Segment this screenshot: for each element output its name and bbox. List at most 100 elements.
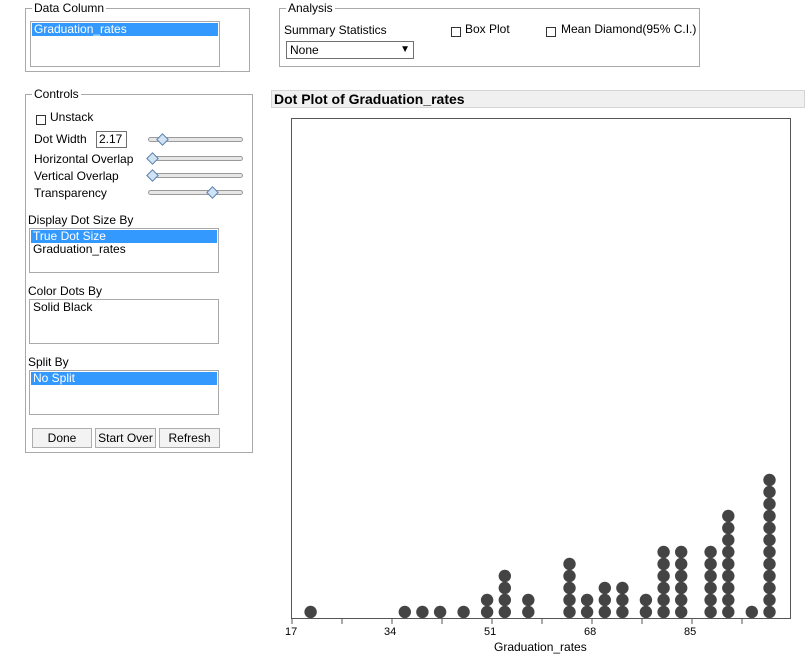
- data-column-title: Data Column: [32, 1, 107, 15]
- split-by-list[interactable]: No Split: [29, 370, 219, 415]
- list-item-solid-black[interactable]: Solid Black: [31, 301, 217, 314]
- data-dot: [398, 605, 411, 619]
- data-dot: [763, 485, 776, 499]
- data-dot: [675, 605, 688, 619]
- data-dot: [657, 557, 670, 571]
- data-dot: [498, 569, 511, 583]
- data-dot: [722, 521, 735, 535]
- analysis-title: Analysis: [286, 1, 335, 15]
- mean-diamond-checkbox[interactable]: [546, 27, 556, 37]
- analysis-group: Analysis Summary Statistics None ▼ Box P…: [279, 1, 700, 67]
- data-dot: [722, 533, 735, 547]
- data-column-item-graduation-rates[interactable]: Graduation_rates: [32, 23, 218, 36]
- unstack-label: Unstack: [50, 110, 94, 124]
- data-dot: [763, 605, 776, 619]
- split-by-label: Split By: [28, 355, 69, 369]
- display-dot-size-by-label: Display Dot Size By: [28, 213, 134, 227]
- data-dot: [763, 557, 776, 571]
- x-axis-ticks: [291, 619, 743, 624]
- data-dot: [704, 593, 717, 607]
- horizontal-overlap-label: Horizontal Overlap: [34, 152, 134, 166]
- transparency-slider[interactable]: [148, 190, 243, 195]
- data-dot: [498, 593, 511, 607]
- data-dot: [563, 581, 576, 595]
- transparency-label: Transparency: [34, 186, 107, 200]
- data-dot: [763, 581, 776, 595]
- data-dot: [763, 593, 776, 607]
- data-dot: [722, 569, 735, 583]
- dot-width-input[interactable]: 2.17: [96, 131, 127, 148]
- box-plot-label: Box Plot: [465, 22, 510, 36]
- data-dot: [522, 593, 535, 607]
- list-item-graduation-rates[interactable]: Graduation_rates: [31, 243, 217, 256]
- data-dot: [704, 569, 717, 583]
- data-dot: [580, 593, 594, 607]
- plot-title: Dot Plot of Graduation_rates: [271, 90, 805, 108]
- unstack-checkbox[interactable]: [36, 115, 46, 125]
- transparency-slider-thumb[interactable]: [205, 186, 219, 199]
- data-dot: [598, 581, 611, 595]
- data-dot: [704, 581, 717, 595]
- data-dot: [745, 605, 758, 619]
- data-dot: [704, 545, 717, 559]
- data-dot: [616, 581, 629, 595]
- data-dot: [722, 545, 735, 559]
- data-dot: [563, 569, 576, 583]
- data-column-group: Data Column Graduation_rates: [25, 1, 250, 72]
- data-dot: [563, 605, 576, 619]
- data-dot: [480, 593, 494, 607]
- data-dot: [675, 593, 688, 607]
- controls-title: Controls: [32, 87, 81, 101]
- chevron-down-icon: ▼: [400, 44, 410, 55]
- controls-group: Controls Unstack Dot Width 2.17 Horizont…: [25, 87, 253, 453]
- list-item-no-split[interactable]: No Split: [31, 372, 217, 385]
- data-dot: [657, 545, 670, 559]
- done-button[interactable]: Done: [32, 428, 92, 448]
- data-column-list[interactable]: Graduation_rates: [30, 21, 220, 67]
- vertical-overlap-slider-thumb[interactable]: [146, 169, 159, 182]
- data-dot: [675, 581, 688, 595]
- dot-width-slider-thumb[interactable]: [156, 133, 170, 146]
- summary-statistics-label: Summary Statistics: [284, 23, 387, 37]
- display-dot-size-by-list[interactable]: True Dot Size Graduation_rates: [29, 228, 219, 273]
- data-dot: [763, 509, 776, 523]
- vertical-overlap-label: Vertical Overlap: [34, 169, 119, 183]
- data-dot: [616, 593, 629, 607]
- data-dot: [563, 593, 576, 607]
- data-dot: [763, 521, 776, 535]
- data-dot: [722, 581, 735, 595]
- box-plot-checkbox[interactable]: [451, 27, 461, 37]
- data-dot: [498, 581, 511, 595]
- data-dot: [480, 605, 494, 619]
- data-dot: [580, 605, 594, 619]
- data-dot: [639, 593, 653, 607]
- data-dot: [457, 605, 470, 619]
- data-dot: [616, 605, 629, 619]
- horizontal-overlap-slider-thumb[interactable]: [146, 152, 159, 165]
- data-dot: [522, 605, 535, 619]
- horizontal-overlap-slider[interactable]: [148, 156, 243, 161]
- data-dot: [675, 557, 688, 571]
- summary-statistics-select[interactable]: None ▼: [286, 41, 414, 59]
- data-dot: [704, 557, 717, 571]
- summary-statistics-value: None: [290, 43, 319, 57]
- data-dot: [722, 593, 735, 607]
- vertical-overlap-slider[interactable]: [148, 173, 243, 178]
- data-dot: [657, 581, 670, 595]
- color-dots-by-list[interactable]: Solid Black: [29, 299, 219, 344]
- data-dot: [416, 605, 429, 619]
- data-dot: [722, 557, 735, 571]
- data-dot: [763, 569, 776, 583]
- data-dot: [763, 533, 776, 547]
- data-dot: [675, 569, 688, 583]
- refresh-button[interactable]: Refresh: [159, 428, 220, 448]
- data-dot: [675, 545, 688, 559]
- data-dot: [598, 605, 611, 619]
- data-dot: [763, 545, 776, 559]
- data-dot: [763, 473, 776, 487]
- data-dot: [433, 605, 447, 619]
- color-dots-by-label: Color Dots By: [28, 284, 103, 298]
- start-over-button[interactable]: Start Over: [95, 428, 156, 448]
- data-dot: [304, 605, 317, 619]
- data-dot: [657, 605, 670, 619]
